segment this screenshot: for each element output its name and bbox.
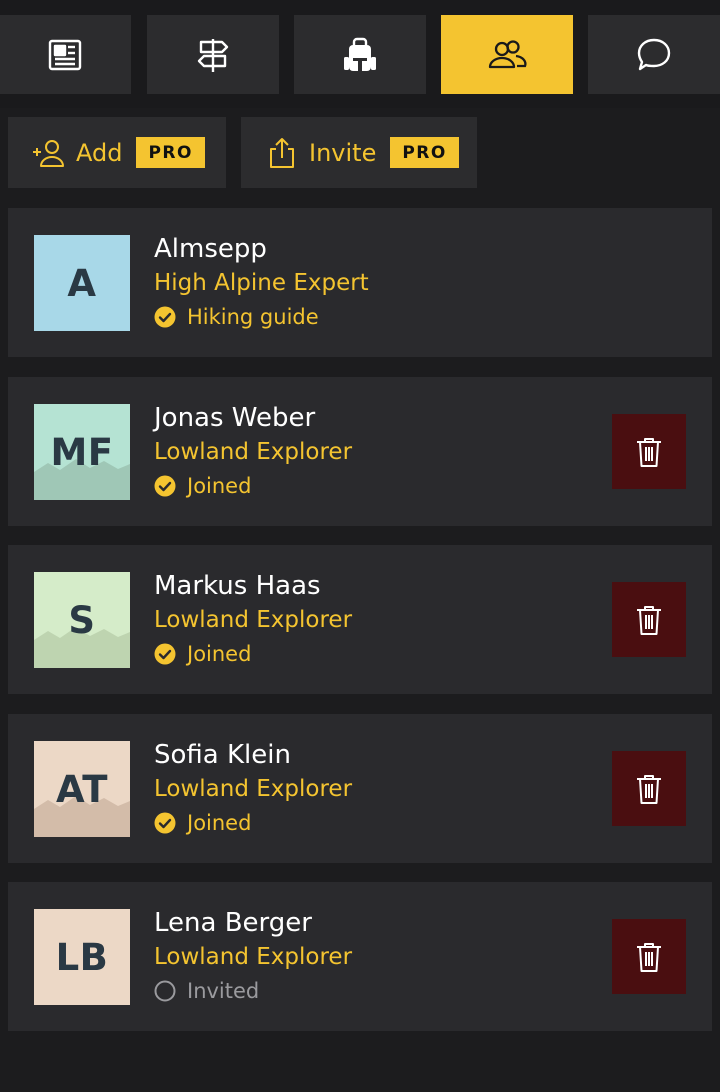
status-text: Joined: [187, 642, 252, 666]
status-text: Joined: [187, 811, 252, 835]
check-circle-icon: [154, 643, 176, 665]
invite-button[interactable]: Invite PRO: [241, 117, 477, 188]
member-role: Lowland Explorer: [154, 607, 353, 633]
member-status: Joined: [154, 811, 251, 835]
member-name: Almsepp: [154, 234, 267, 264]
tab-news[interactable]: [0, 15, 131, 94]
signpost-icon: [197, 38, 229, 72]
member-role: Lowland Explorer: [154, 439, 353, 465]
backpack-icon: [344, 37, 376, 71]
add-label: Add: [76, 138, 123, 167]
tab-gear[interactable]: [294, 15, 426, 94]
member-card[interactable]: S Markus Haas Lowland Explorer Joined: [8, 545, 712, 694]
member-status: Hiking guide: [154, 305, 319, 329]
avatar: LB: [34, 909, 130, 1005]
member-name: Lena Berger: [154, 908, 312, 938]
member-card[interactable]: A Almsepp High Alpine Expert Hiking guid…: [8, 208, 712, 357]
status-text: Hiking guide: [187, 305, 319, 329]
tab-routes[interactable]: [147, 15, 279, 94]
pro-badge: PRO: [136, 137, 205, 168]
member-role: Lowland Explorer: [154, 944, 353, 970]
newspaper-icon: [48, 39, 82, 70]
avatar-initials: LB: [55, 935, 109, 979]
check-circle-icon: [154, 812, 176, 834]
avatar: AT: [34, 741, 130, 837]
people-icon: [488, 39, 527, 68]
avatar: S: [34, 572, 130, 668]
top-nav: [0, 0, 720, 108]
member-status: Joined: [154, 642, 251, 666]
check-circle-icon: [154, 306, 176, 328]
tab-members[interactable]: [441, 15, 573, 94]
tab-chat[interactable]: [588, 15, 720, 94]
avatar-initials: MF: [50, 430, 114, 474]
member-card[interactable]: AT Sofia Klein Lowland Explorer Joined: [8, 714, 712, 863]
member-name: Jonas Weber: [154, 403, 316, 433]
member-card[interactable]: MF Jonas Weber Lowland Explorer Joined: [8, 377, 712, 526]
add-person-icon: [33, 139, 64, 167]
member-card[interactable]: LB Lena Berger Lowland Explorer Invited: [8, 882, 712, 1031]
trash-icon: [637, 774, 661, 804]
invite-label: Invite: [309, 138, 377, 167]
status-text: Joined: [187, 474, 252, 498]
delete-member-button[interactable]: [612, 751, 686, 826]
member-status: Invited: [154, 979, 259, 1003]
avatar-initials: S: [68, 598, 96, 642]
status-text: Invited: [187, 979, 260, 1003]
avatar: MF: [34, 404, 130, 500]
delete-member-button[interactable]: [612, 414, 686, 489]
empty-circle-icon: [154, 980, 176, 1002]
trash-icon: [637, 942, 661, 972]
member-role: High Alpine Expert: [154, 270, 369, 296]
avatar-initials: A: [67, 261, 97, 305]
pro-badge: PRO: [390, 137, 459, 168]
trash-icon: [637, 437, 661, 467]
check-circle-icon: [154, 475, 176, 497]
member-role: Lowland Explorer: [154, 776, 353, 802]
avatar-initials: AT: [55, 767, 108, 811]
member-status: Joined: [154, 474, 251, 498]
share-icon: [270, 137, 294, 168]
add-member-button[interactable]: Add PRO: [8, 117, 226, 188]
avatar: A: [34, 235, 130, 331]
chat-bubble-icon: [637, 38, 671, 70]
trash-icon: [637, 605, 661, 635]
delete-member-button[interactable]: [612, 582, 686, 657]
delete-member-button[interactable]: [612, 919, 686, 994]
member-name: Markus Haas: [154, 571, 321, 601]
member-name: Sofia Klein: [154, 740, 291, 770]
